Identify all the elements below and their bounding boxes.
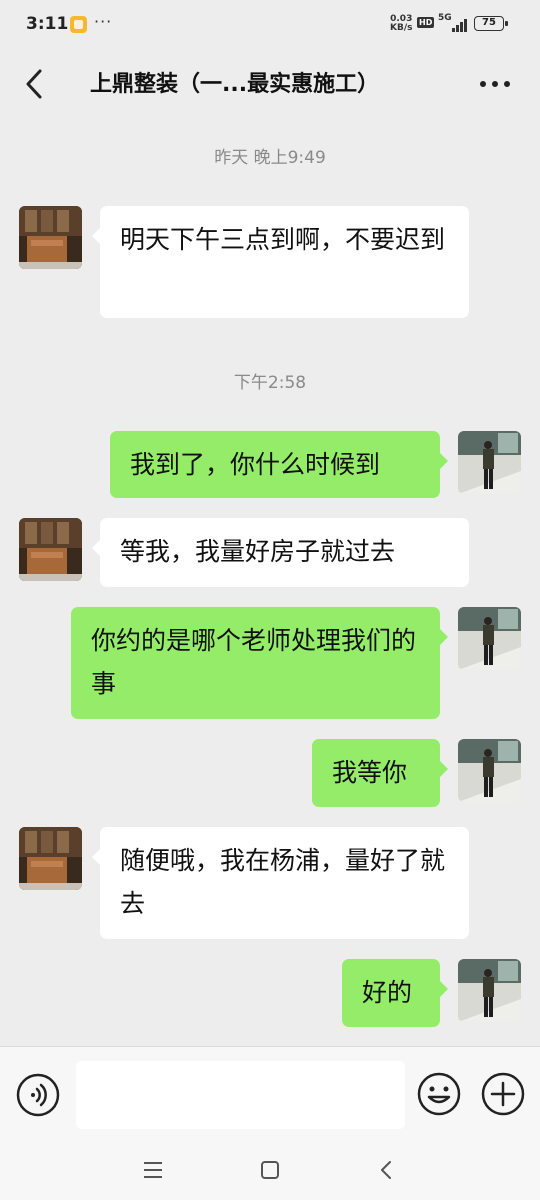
- back-icon[interactable]: [373, 1156, 401, 1184]
- message-bubble-received[interactable]: 随便哦，我在杨浦，量好了就去: [92, 827, 469, 939]
- notification-app-icon: [70, 16, 87, 33]
- my-avatar[interactable]: [458, 607, 521, 670]
- network-speed-unit: KB/s: [390, 23, 413, 33]
- hd-icon: HD: [417, 17, 435, 28]
- contact-avatar[interactable]: [19, 827, 82, 890]
- message-bubble-received[interactable]: 等我，我量好房子就过去: [92, 518, 469, 587]
- message-bubble-received[interactable]: 明天下午三点到啊，不要迟到: [92, 206, 469, 318]
- my-avatar[interactable]: [458, 739, 521, 802]
- contact-avatar[interactable]: [19, 206, 82, 269]
- timestamp: 下午2:58: [233, 373, 307, 393]
- message-input[interactable]: [76, 1061, 405, 1129]
- signal-bars-icon: [446, 16, 470, 32]
- voice-icon[interactable]: [16, 1073, 60, 1117]
- contact-avatar[interactable]: [19, 518, 82, 581]
- system-nav-bar: [0, 1140, 540, 1200]
- plus-icon[interactable]: [480, 1071, 526, 1117]
- chat-input-bar: [0, 1046, 540, 1141]
- message-bubble-sent[interactable]: 好的: [342, 959, 448, 1027]
- more-notifications-icon: ···: [94, 12, 113, 31]
- timestamp: 昨天 晚上9:49: [214, 148, 326, 168]
- chat-title: 上鼎整装（一...最实惠施工）: [90, 72, 380, 97]
- message-bubble-sent[interactable]: 你约的是哪个老师处理我们的事: [71, 607, 448, 719]
- network-speed: 0.03 KB/s: [390, 15, 412, 33]
- status-bar: 3:11 ··· 0.03 KB/s HD 5G 75: [0, 0, 540, 50]
- message-bubble-sent[interactable]: 我等你: [312, 739, 448, 807]
- battery-icon: 75: [474, 16, 508, 31]
- status-time: 3:11: [26, 14, 69, 34]
- emoji-icon[interactable]: [416, 1071, 462, 1117]
- home-icon[interactable]: [256, 1156, 284, 1184]
- back-arrow-icon[interactable]: [22, 66, 52, 102]
- more-options-icon[interactable]: [478, 66, 512, 102]
- message-bubble-sent[interactable]: 我到了，你什么时候到: [110, 431, 448, 498]
- menu-icon[interactable]: [139, 1156, 167, 1184]
- my-avatar[interactable]: [458, 959, 521, 1022]
- chat-header: 上鼎整装（一...最实惠施工）: [0, 50, 540, 120]
- my-avatar[interactable]: [458, 431, 521, 494]
